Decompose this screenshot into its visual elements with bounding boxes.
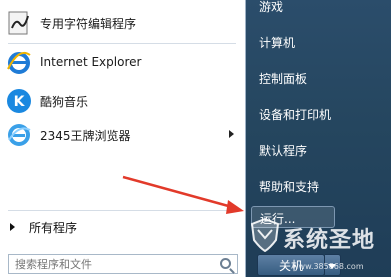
program-item-kugou[interactable]: K 酷狗音乐 <box>6 84 242 118</box>
watermark-shield-icon <box>250 218 280 252</box>
right-item-default-programs[interactable]: 默认程序 <box>259 142 307 159</box>
program-label: Internet Explorer <box>40 55 142 69</box>
programs-pane: 专用字符编辑程序 Internet Explorer K 酷狗音乐 2345王牌… <box>0 0 246 277</box>
program-label: 酷狗音乐 <box>40 94 89 109</box>
right-item-games[interactable]: 游戏 <box>259 0 283 15</box>
search-input[interactable] <box>9 255 209 273</box>
divider <box>8 210 236 211</box>
right-item-devices-printers[interactable]: 设备和打印机 <box>259 106 331 123</box>
right-item-help-support[interactable]: 帮助和支持 <box>259 178 319 195</box>
expand-arrow-icon <box>10 223 15 231</box>
char-editor-icon <box>6 10 32 36</box>
search-icon[interactable] <box>220 258 231 269</box>
submenu-arrow-icon[interactable] <box>229 130 234 138</box>
watermark-text: 系统圣地 <box>283 228 376 253</box>
all-programs-label: 所有程序 <box>29 220 78 235</box>
program-item-internet-explorer[interactable]: Internet Explorer <box>6 45 242 79</box>
program-item-char-editor[interactable]: 专用字符编辑程序 <box>6 6 242 40</box>
search-box[interactable] <box>8 254 238 274</box>
divider <box>8 43 236 44</box>
kugou-music-icon: K <box>6 88 32 114</box>
internet-explorer-icon <box>6 49 32 75</box>
program-item-2345-browser[interactable]: 2345王牌浏览器 <box>6 118 242 152</box>
program-label: 专用字符编辑程序 <box>40 16 137 31</box>
right-item-computer[interactable]: 计算机 <box>259 34 295 51</box>
watermark-url: www.385868.com <box>292 262 364 271</box>
svg-text:K: K <box>14 94 26 110</box>
right-item-control-panel[interactable]: 控制面板 <box>259 70 307 87</box>
program-label: 2345王牌浏览器 <box>40 128 131 143</box>
browser-2345-icon <box>6 122 32 148</box>
all-programs-button[interactable]: 所有程序 <box>6 216 242 238</box>
